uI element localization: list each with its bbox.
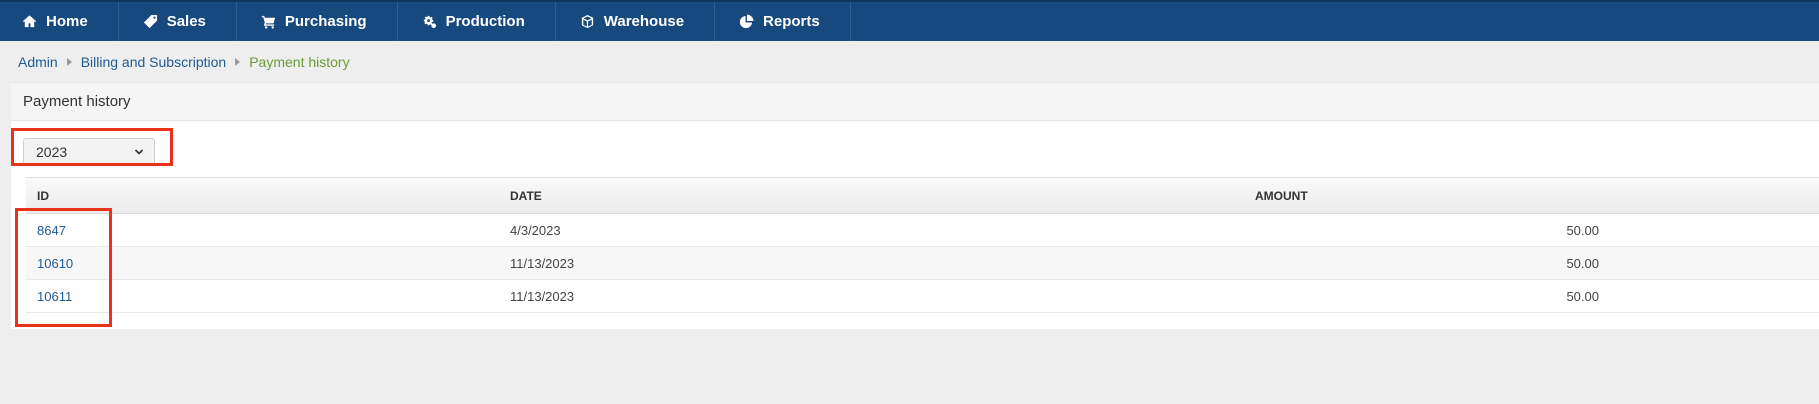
pie-chart-icon — [739, 14, 754, 29]
payment-id-link[interactable]: 10611 — [26, 289, 510, 304]
nav-warehouse[interactable]: Warehouse — [556, 2, 716, 41]
payment-date: 11/13/2023 — [510, 255, 575, 271]
breadcrumb-separator-icon — [66, 58, 72, 66]
nav-home[interactable]: Home — [0, 2, 119, 41]
home-icon — [22, 15, 37, 28]
year-select-value: 2023 — [36, 144, 68, 160]
breadcrumb-admin[interactable]: Admin — [18, 54, 58, 70]
nav-purchasing[interactable]: Purchasing — [237, 2, 398, 41]
payment-amount: 50.00 — [1566, 288, 1599, 304]
table-row: 8647 4/3/2023 50.00 — [26, 214, 1819, 247]
breadcrumb-billing[interactable]: Billing and Subscription — [81, 54, 227, 70]
breadcrumb: Admin Billing and Subscription Payment h… — [18, 52, 350, 72]
tag-icon — [143, 14, 157, 29]
top-navbar: Home Sales Purchasing Production Warehou… — [0, 0, 1819, 41]
payment-amount: 50.00 — [1566, 222, 1599, 238]
cube-icon — [581, 14, 593, 29]
payment-id-link[interactable]: 10610 — [26, 256, 510, 271]
nav-sales[interactable]: Sales — [119, 2, 237, 41]
nav-home-label: Home — [46, 13, 88, 30]
payment-id-link[interactable]: 8647 — [26, 223, 510, 238]
chevron-down-icon — [134, 149, 144, 155]
year-select[interactable]: 2023 — [23, 138, 155, 166]
panel-title: Payment history — [11, 83, 1819, 121]
nav-production-label: Production — [445, 13, 525, 30]
payment-amount: 50.00 — [1566, 255, 1599, 271]
nav-sales-label: Sales — [166, 13, 206, 30]
payment-date: 11/13/2023 — [510, 288, 575, 304]
breadcrumb-current: Payment history — [249, 54, 350, 70]
cart-icon — [261, 15, 275, 29]
breadcrumb-separator-icon — [235, 58, 241, 66]
nav-purchasing-label: Purchasing — [284, 13, 367, 30]
table-row: 10611 11/13/2023 50.00 — [26, 280, 1819, 313]
nav-reports[interactable]: Reports — [715, 2, 851, 41]
column-header-date[interactable]: DATE — [510, 189, 1255, 203]
nav-reports-label: Reports — [763, 13, 820, 30]
payment-date: 4/3/2023 — [510, 222, 561, 238]
table-header: ID DATE AMOUNT — [26, 177, 1819, 214]
nav-warehouse-label: Warehouse — [603, 13, 685, 30]
column-header-id[interactable]: ID — [26, 189, 510, 203]
column-header-amount[interactable]: AMOUNT — [1255, 189, 1565, 203]
table-row: 10610 11/13/2023 50.00 — [26, 247, 1819, 280]
payment-table: ID DATE AMOUNT 8647 4/3/2023 50.00 10610… — [26, 177, 1819, 313]
nav-production[interactable]: Production — [398, 2, 556, 41]
gears-icon — [423, 15, 436, 29]
